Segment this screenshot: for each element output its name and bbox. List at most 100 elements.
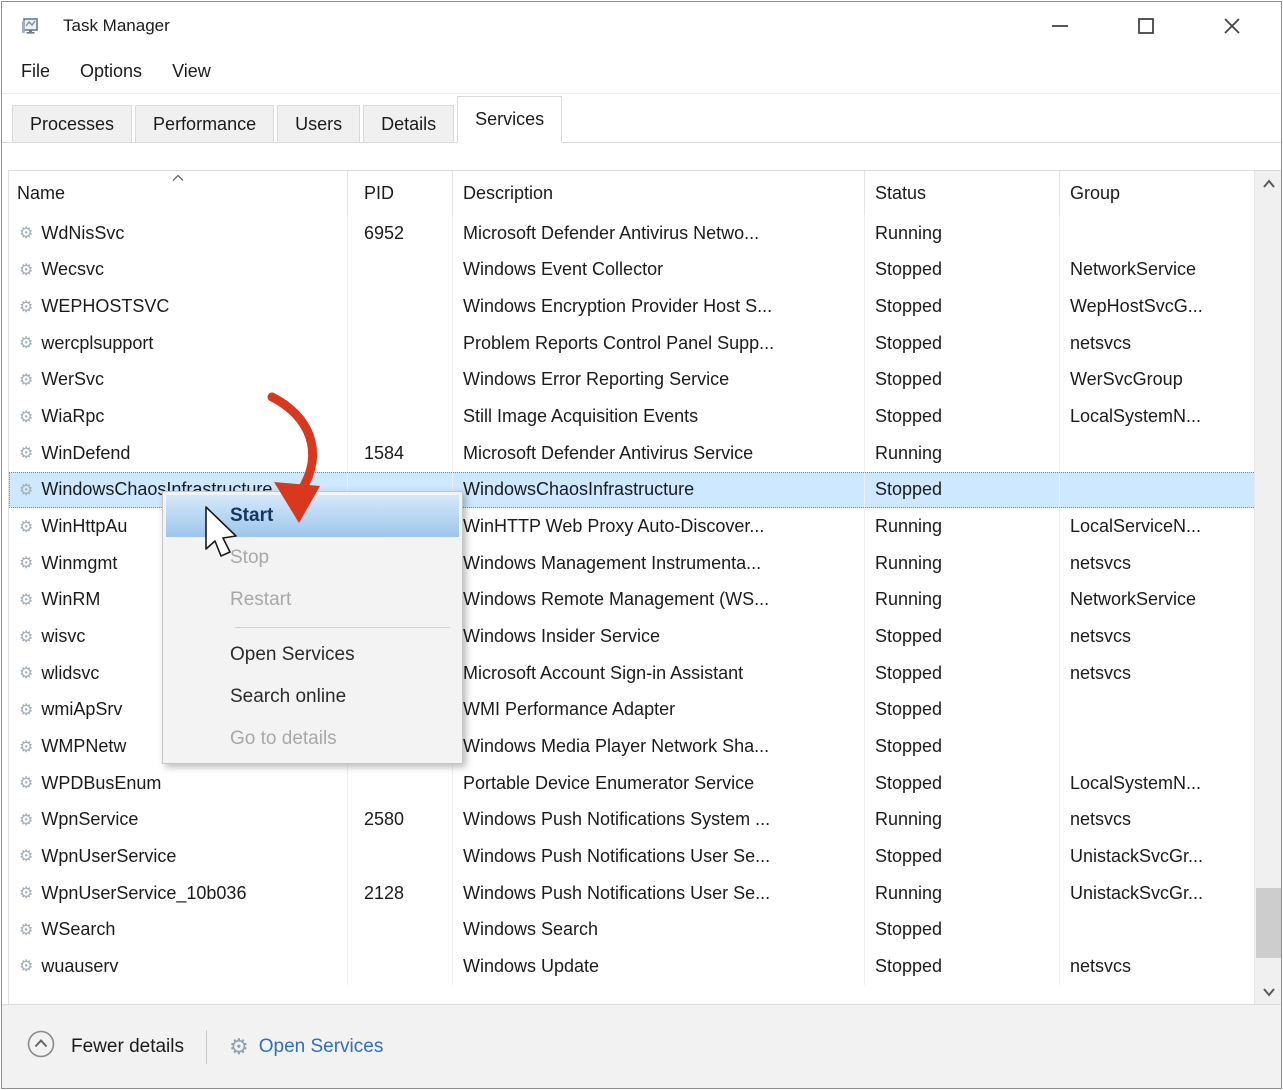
table-row[interactable]: ⚙WpnUserServiceWindows Push Notification… [9,838,1256,875]
column-header-label: Name [17,183,65,204]
table-row[interactable]: ⚙WerSvcWindows Error Reporting ServiceSt… [9,362,1256,399]
service-pid-cell [348,252,453,289]
service-status-cell: Running [865,875,1060,912]
service-status-cell: Stopped [865,252,1060,289]
service-gear-icon: ⚙ [19,443,33,463]
context-menu-item-go-to-details: Go to details [166,718,459,760]
fewer-details-button[interactable]: Fewer details [26,1029,184,1065]
service-description-cell: Problem Reports Control Panel Supp... [453,325,865,362]
table-row[interactable]: ⚙WPDBusEnumPortable Device Enumerator Se… [9,765,1256,802]
close-button[interactable] [1189,2,1275,50]
service-name-cell: ⚙WpnUserService [9,838,348,875]
service-description-cell: Windows Remote Management (WS... [453,582,865,619]
service-status-cell: Stopped [865,325,1060,362]
service-description-cell: Windows Search [453,911,865,948]
tab-users[interactable]: Users [277,105,360,143]
column-header-pid[interactable]: PID [348,171,453,215]
tab-details[interactable]: Details [363,105,454,143]
table-row[interactable]: ⚙wuauservWindows UpdateStoppednetsvcs [9,948,1256,985]
table-row[interactable]: ⚙WecsvcWindows Event CollectorStoppedNet… [9,252,1256,289]
context-menu-item-stop: Stop [166,537,459,579]
column-header-description[interactable]: Description [453,171,865,215]
service-group-cell: UnistackSvcGr... [1060,875,1256,912]
service-pid-cell [348,288,453,325]
maximize-button[interactable] [1103,2,1189,50]
service-pid-cell [348,911,453,948]
service-description-cell: Still Image Acquisition Events [453,398,865,435]
service-name-cell: ⚙WpnUserService_10b036 [9,875,348,912]
table-row[interactable]: ⚙WpnUserService_10b0362128Windows Push N… [9,875,1256,912]
service-pid-cell [348,838,453,875]
service-name-cell: ⚙WdNisSvc [9,215,348,252]
context-menu: StartStopRestartOpen ServicesSearch onli… [162,491,463,764]
service-gear-icon: ⚙ [19,810,33,830]
tab-processes[interactable]: Processes [12,105,132,143]
service-name-cell: ⚙wuauserv [9,948,348,985]
service-status-cell: Stopped [865,472,1060,509]
table-row[interactable]: ⚙WdNisSvc6952Microsoft Defender Antiviru… [9,215,1256,252]
table-header: Name PIDDescriptionStatus Group [9,171,1256,215]
tab-services[interactable]: Services [457,96,562,143]
menu-view[interactable]: View [157,50,226,93]
service-pid-cell [348,765,453,802]
service-pid-cell [348,948,453,985]
service-description-cell: Microsoft Account Sign-in Assistant [453,655,865,692]
service-description-cell: WMI Performance Adapter [453,692,865,729]
menu-options[interactable]: Options [65,50,157,93]
service-name-cell: ⚙WerSvc [9,362,348,399]
service-status-cell: Stopped [865,398,1060,435]
chevron-up-circle-icon [26,1029,56,1065]
open-services-link[interactable]: ⚙ Open Services [229,1034,383,1060]
table-row[interactable]: ⚙WpnService2580Windows Push Notification… [9,802,1256,839]
task-manager-icon [20,11,50,41]
minimize-button[interactable] [1017,2,1103,50]
tab-performance[interactable]: Performance [135,105,274,143]
service-gear-icon: ⚙ [19,480,33,500]
scroll-up-arrow[interactable] [1255,171,1282,197]
open-services-label: Open Services [259,1036,384,1058]
context-menu-item-start[interactable]: Start [166,495,459,537]
service-gear-icon: ⚙ [19,700,33,720]
service-description-cell: WindowsChaosInfrastructure [453,472,865,509]
table-row[interactable]: ⚙WEPHOSTSVCWindows Encryption Provider H… [9,288,1256,325]
service-gear-icon: ⚙ [19,663,33,683]
service-group-cell: LocalSystemN... [1060,398,1256,435]
table-row[interactable]: ⚙WSearchWindows SearchStopped [9,911,1256,948]
table-row[interactable]: ⚙WiaRpcStill Image Acquisition EventsSto… [9,398,1256,435]
scrollbar-thumb[interactable] [1256,888,1281,958]
scroll-down-arrow[interactable] [1255,979,1282,1005]
service-description-cell: Windows Management Instrumenta... [453,545,865,582]
footer-divider [206,1030,207,1064]
sort-ascending-icon [172,172,185,182]
column-header-label: Group [1070,183,1120,204]
service-gear-icon: ⚙ [19,553,33,573]
service-name-cell: ⚙WSearch [9,911,348,948]
context-menu-separator [235,627,450,628]
service-description-cell: Microsoft Defender Antivirus Netwo... [453,215,865,252]
context-menu-item-search-online[interactable]: Search online [166,676,459,718]
service-gear-icon: ⚙ [19,407,33,427]
service-group-cell: netsvcs [1060,655,1256,692]
service-status-cell: Stopped [865,838,1060,875]
service-name-cell: ⚙WpnService [9,802,348,839]
service-group-cell: netsvcs [1060,948,1256,985]
service-status-cell: Running [865,802,1060,839]
service-group-cell [1060,472,1256,509]
task-manager-window: Task Manager FileOptionsView ProcessesPe… [1,1,1282,1089]
service-group-cell: UnistackSvcGr... [1060,838,1256,875]
service-gear-icon: ⚙ [19,260,33,280]
table-row[interactable]: ⚙wercplsupportProblem Reports Control Pa… [9,325,1256,362]
column-header-group[interactable]: Group [1060,171,1256,215]
context-menu-item-open-services[interactable]: Open Services [166,634,459,676]
service-status-cell: Stopped [865,692,1060,729]
service-gear-icon: ⚙ [19,297,33,317]
service-pid-cell [348,398,453,435]
service-description-cell: Windows Event Collector [453,252,865,289]
service-gear-icon: ⚙ [19,370,33,390]
column-header-name[interactable]: Name [9,171,348,215]
column-header-status[interactable]: Status [865,171,1060,215]
vertical-scrollbar[interactable] [1254,171,1282,1005]
menu-file[interactable]: File [6,50,65,93]
service-group-cell: netsvcs [1060,545,1256,582]
table-row[interactable]: ⚙WinDefend1584Microsoft Defender Antivir… [9,435,1256,472]
